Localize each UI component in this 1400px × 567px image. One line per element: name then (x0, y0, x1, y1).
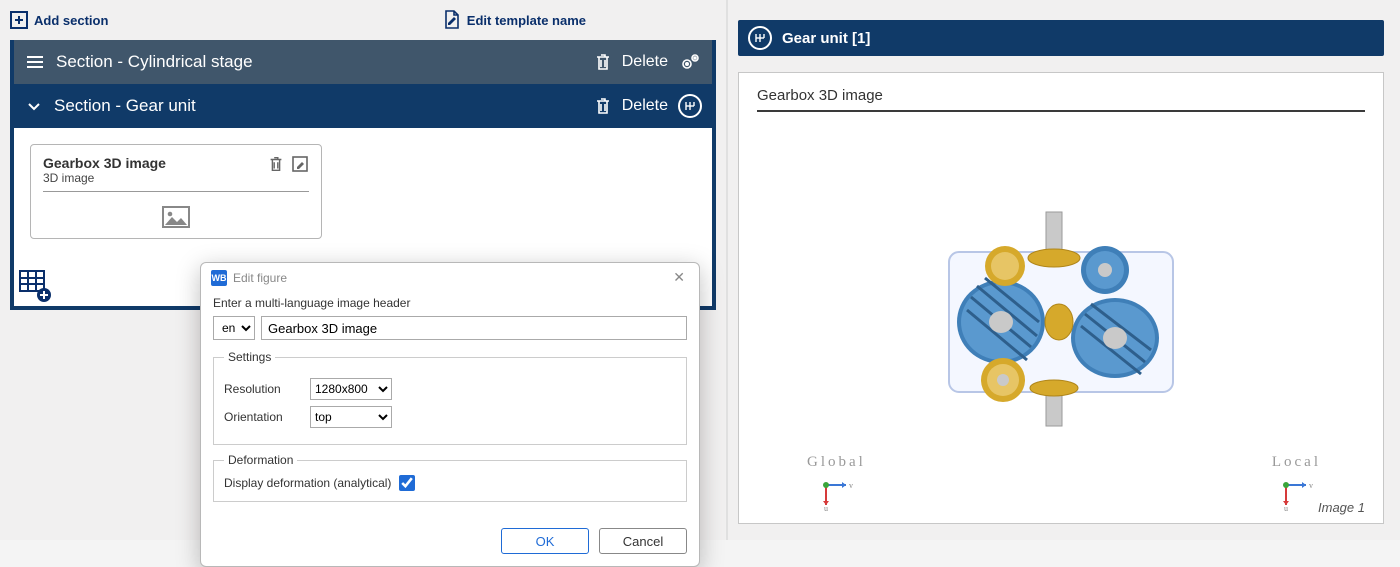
section-title: Section - Cylindrical stage (56, 52, 253, 72)
document-edit-icon (443, 10, 461, 30)
dialog-title: Edit figure (233, 271, 287, 285)
top-action-bar: Add section Edit template name (0, 0, 726, 40)
edit-icon[interactable] (291, 155, 309, 173)
cancel-button[interactable]: Cancel (599, 528, 687, 554)
close-icon[interactable]: ✕ (669, 269, 689, 286)
orientation-label: Orientation (224, 410, 298, 424)
gearshift-icon[interactable] (678, 94, 702, 118)
deformation-checkbox[interactable] (399, 475, 415, 491)
delete-label[interactable]: Delete (622, 53, 668, 71)
app-badge: WB (211, 270, 227, 286)
image-caption: Image 1 (1318, 500, 1365, 515)
edit-template-name-button[interactable]: Edit template name (443, 10, 586, 30)
gearshift-icon (748, 26, 772, 50)
section-header-cylindrical-stage[interactable]: Section - Cylindrical stage Delete (14, 40, 712, 84)
edit-figure-dialog: WB Edit figure ✕ Enter a multi-language … (200, 262, 700, 567)
resolution-label: Resolution (224, 382, 298, 396)
figure-card-gearbox-3d[interactable]: Gearbox 3D image 3D image (30, 144, 322, 239)
add-section-button[interactable]: Add section (10, 11, 108, 29)
svg-text:v: v (849, 481, 856, 490)
add-table-button[interactable] (18, 269, 52, 306)
chevron-down-icon (24, 96, 44, 116)
edit-template-name-label: Edit template name (467, 13, 586, 28)
axis-hud-global: Global v u (807, 454, 866, 511)
gears-icon[interactable] (678, 50, 702, 74)
trash-icon[interactable] (594, 52, 612, 72)
deformation-checkbox-label: Display deformation (analytical) (224, 476, 391, 490)
ok-button[interactable]: OK (501, 528, 589, 554)
svg-text:u: u (824, 504, 831, 511)
resolution-select[interactable]: 1280x800 (310, 378, 392, 400)
delete-label[interactable]: Delete (622, 97, 668, 115)
add-section-label: Add section (34, 13, 108, 28)
svg-text:v: v (1309, 481, 1316, 490)
axis-global-label: Global (807, 454, 866, 471)
deformation-legend: Deformation (224, 453, 297, 467)
svg-text:u: u (1284, 504, 1291, 511)
preview-3d-canvas[interactable]: Global v u Local v (757, 122, 1365, 511)
orientation-select[interactable]: top (310, 406, 392, 428)
preview-header-title: Gear unit [1] (782, 30, 870, 47)
preview-header: Gear unit [1] (738, 20, 1384, 56)
plus-square-icon (10, 11, 28, 29)
preview-pane: Gear unit [1] Gearbox 3D image (728, 0, 1400, 540)
template-editor-pane: Add section Edit template name Section -… (0, 0, 728, 540)
hamburger-icon (24, 51, 46, 73)
settings-group: Settings Resolution 1280x800 Orientation… (213, 350, 687, 445)
section-header-gear-unit[interactable]: Section - Gear unit Delete (14, 84, 712, 128)
section-title: Section - Gear unit (54, 96, 196, 116)
image-header-input[interactable] (261, 316, 687, 340)
settings-legend: Settings (224, 350, 275, 364)
dialog-prompt: Enter a multi-language image header (213, 296, 687, 310)
card-subtitle: 3D image (43, 171, 267, 189)
preview-card-title: Gearbox 3D image (757, 87, 1365, 104)
axis-hud-local: Local v u (1272, 454, 1321, 511)
image-placeholder-icon (43, 206, 309, 228)
card-title: Gearbox 3D image (43, 155, 267, 171)
trash-icon[interactable] (267, 155, 285, 173)
dialog-title-bar[interactable]: WB Edit figure ✕ (201, 263, 699, 292)
preview-card: Gearbox 3D image (738, 72, 1384, 524)
deformation-group: Deformation Display deformation (analyti… (213, 453, 687, 502)
language-select[interactable]: en (213, 316, 255, 340)
axis-local-label: Local (1272, 454, 1321, 471)
trash-icon[interactable] (594, 96, 612, 116)
gearbox-3d-illustration (931, 202, 1191, 432)
